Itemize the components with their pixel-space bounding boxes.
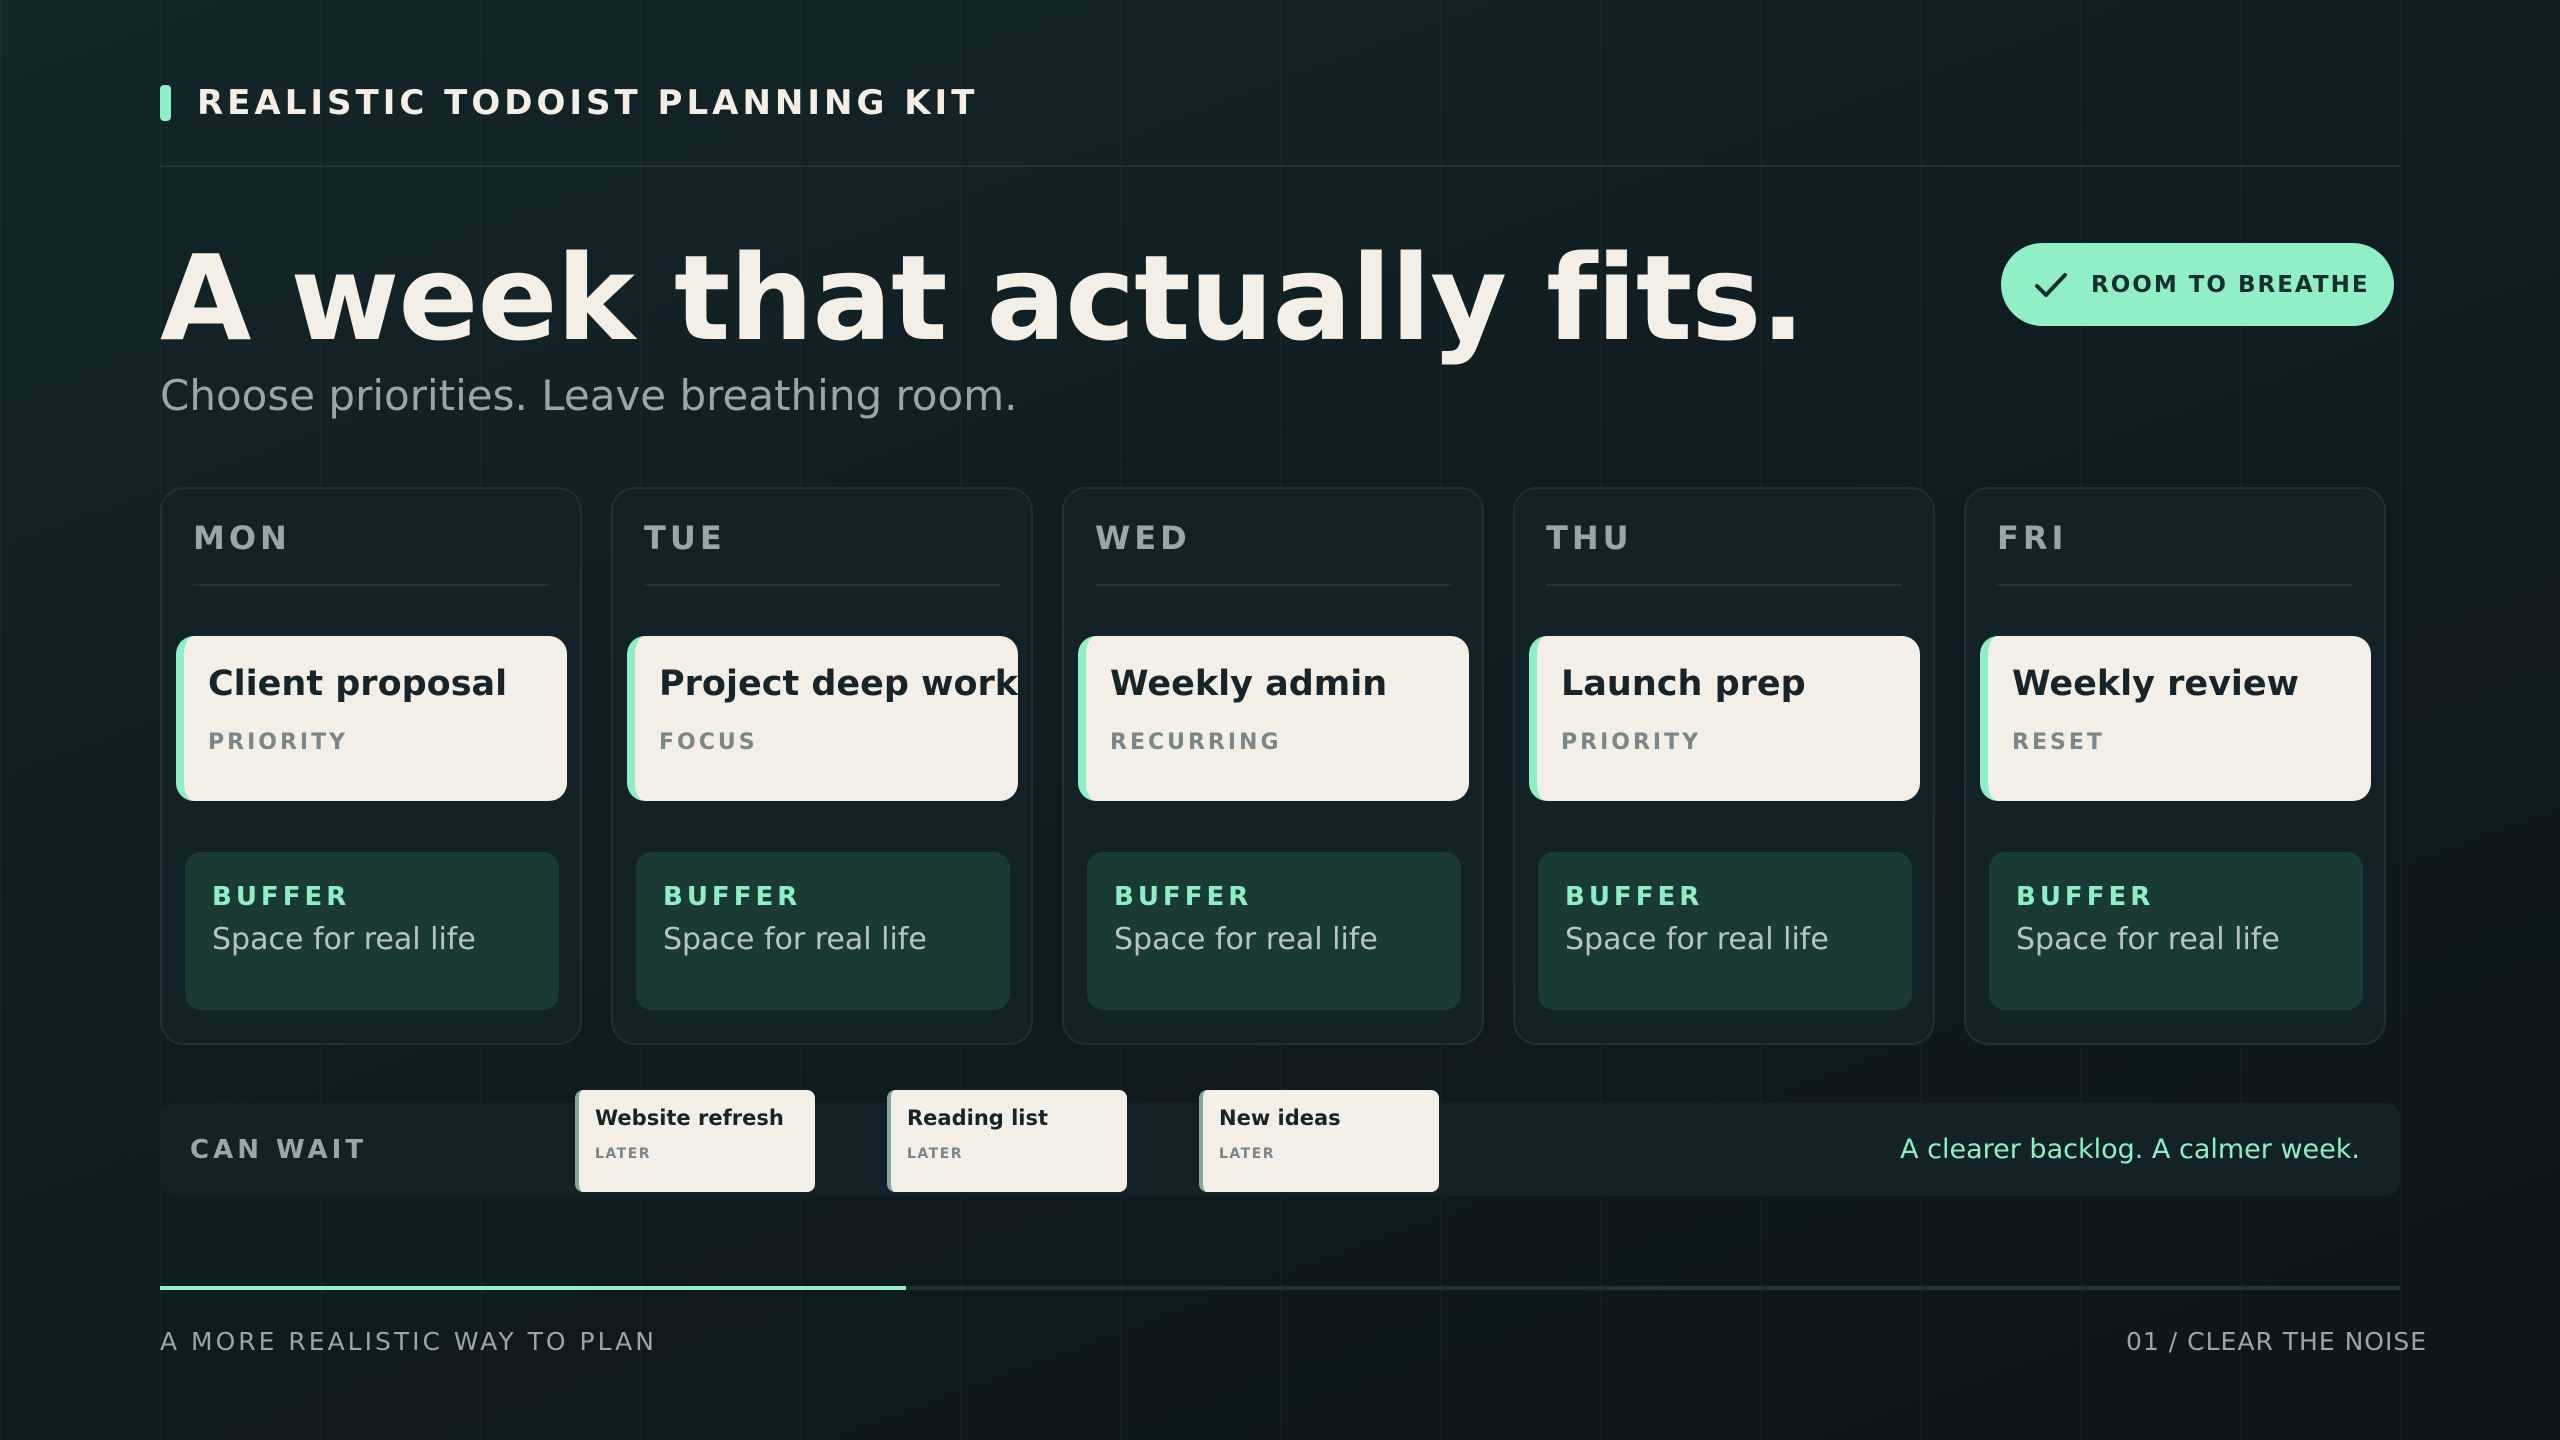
day-divider (644, 584, 1000, 586)
later-card-new-ideas[interactable]: New ideas LATER (1199, 1090, 1439, 1192)
buffer-label: BUFFER (212, 882, 351, 912)
day-label: MON (193, 519, 291, 557)
task-title: Weekly review (2012, 664, 2299, 704)
task-title: Weekly admin (1110, 664, 1388, 704)
check-icon (2035, 272, 2067, 297)
buffer-text: Space for real life (212, 922, 476, 957)
buffer-text: Space for real life (663, 922, 927, 957)
later-title: Reading list (907, 1106, 1049, 1130)
day-column-tue: TUE Project deep work FOCUS BUFFER Space… (611, 487, 1033, 1045)
day-column-fri: FRI Weekly review RESET BUFFER Space for… (1964, 487, 2386, 1045)
buffer-block: BUFFER Space for real life (636, 852, 1010, 1010)
can-wait-backlog: CAN WAIT Website refresh LATER Reading l… (160, 1090, 2400, 1196)
task-card[interactable]: Weekly review RESET (1980, 636, 2371, 801)
task-title: Project deep work (659, 664, 1019, 704)
day-label: FRI (1997, 519, 2068, 557)
task-card[interactable]: Weekly admin RECURRING (1078, 636, 1469, 801)
room-to-breathe-badge: ROOM TO BREATHE (2001, 243, 2394, 326)
badge-label: ROOM TO BREATHE (2091, 271, 2370, 298)
progress-track (160, 1286, 2400, 1290)
header-divider (160, 165, 2400, 167)
buffer-block: BUFFER Space for real life (1538, 852, 1912, 1010)
task-tag: PRIORITY (1561, 730, 1702, 755)
day-column-mon: MON Client proposal PRIORITY BUFFER Spac… (160, 487, 582, 1045)
footer-page-indicator: 01 / CLEAR THE NOISE (2126, 1327, 2427, 1356)
task-card[interactable]: Client proposal PRIORITY (176, 636, 567, 801)
buffer-block: BUFFER Space for real life (1087, 852, 1461, 1010)
buffer-label: BUFFER (2016, 882, 2155, 912)
later-tag: LATER (595, 1146, 652, 1162)
later-card-website-refresh[interactable]: Website refresh LATER (575, 1090, 815, 1192)
brand-title: REALISTIC TODOIST PLANNING KIT (197, 83, 979, 123)
task-tag: FOCUS (659, 730, 758, 755)
can-wait-label: CAN WAIT (190, 1135, 368, 1165)
slide: REALISTIC TODOIST PLANNING KIT A week th… (160, 0, 2426, 1440)
backlog-note: A clearer backlog. A calmer week. (1900, 1134, 2360, 1165)
day-column-thu: THU Launch prep PRIORITY BUFFER Space fo… (1513, 487, 1935, 1045)
page-subtitle: Choose priorities. Leave breathing room. (160, 371, 1018, 420)
task-card[interactable]: Project deep work FOCUS (627, 636, 1018, 801)
day-divider (1546, 584, 1902, 586)
day-divider (1997, 584, 2353, 586)
day-divider (1095, 584, 1451, 586)
header: REALISTIC TODOIST PLANNING KIT (160, 82, 978, 124)
buffer-label: BUFFER (1565, 882, 1704, 912)
day-column-wed: WED Weekly admin RECURRING BUFFER Space … (1062, 487, 1484, 1045)
day-divider (193, 584, 549, 586)
task-card[interactable]: Launch prep PRIORITY (1529, 636, 1920, 801)
later-tag: LATER (1219, 1146, 1276, 1162)
accent-bar (160, 85, 171, 121)
day-label: WED (1095, 519, 1191, 557)
week-columns: MON Client proposal PRIORITY BUFFER Spac… (160, 487, 2386, 1045)
day-label: TUE (644, 519, 726, 557)
buffer-text: Space for real life (2016, 922, 2280, 957)
later-tag: LATER (907, 1146, 964, 1162)
buffer-text: Space for real life (1114, 922, 1378, 957)
task-title: Client proposal (208, 664, 508, 704)
buffer-block: BUFFER Space for real life (1989, 852, 2363, 1010)
task-tag: PRIORITY (208, 730, 349, 755)
buffer-label: BUFFER (663, 882, 802, 912)
later-title: Website refresh (595, 1106, 784, 1130)
later-title: New ideas (1219, 1106, 1341, 1130)
progress-fill (160, 1286, 906, 1290)
task-tag: RECURRING (1110, 730, 1282, 755)
footer-tagline: A MORE REALISTIC WAY TO PLAN (160, 1327, 657, 1356)
task-tag: RESET (2012, 730, 2105, 755)
later-card-reading-list[interactable]: Reading list LATER (887, 1090, 1127, 1192)
task-title: Launch prep (1561, 664, 1806, 704)
day-label: THU (1546, 519, 1633, 557)
buffer-label: BUFFER (1114, 882, 1253, 912)
buffer-block: BUFFER Space for real life (185, 852, 559, 1010)
page-title: A week that actually fits. (160, 229, 1805, 367)
buffer-text: Space for real life (1565, 922, 1829, 957)
